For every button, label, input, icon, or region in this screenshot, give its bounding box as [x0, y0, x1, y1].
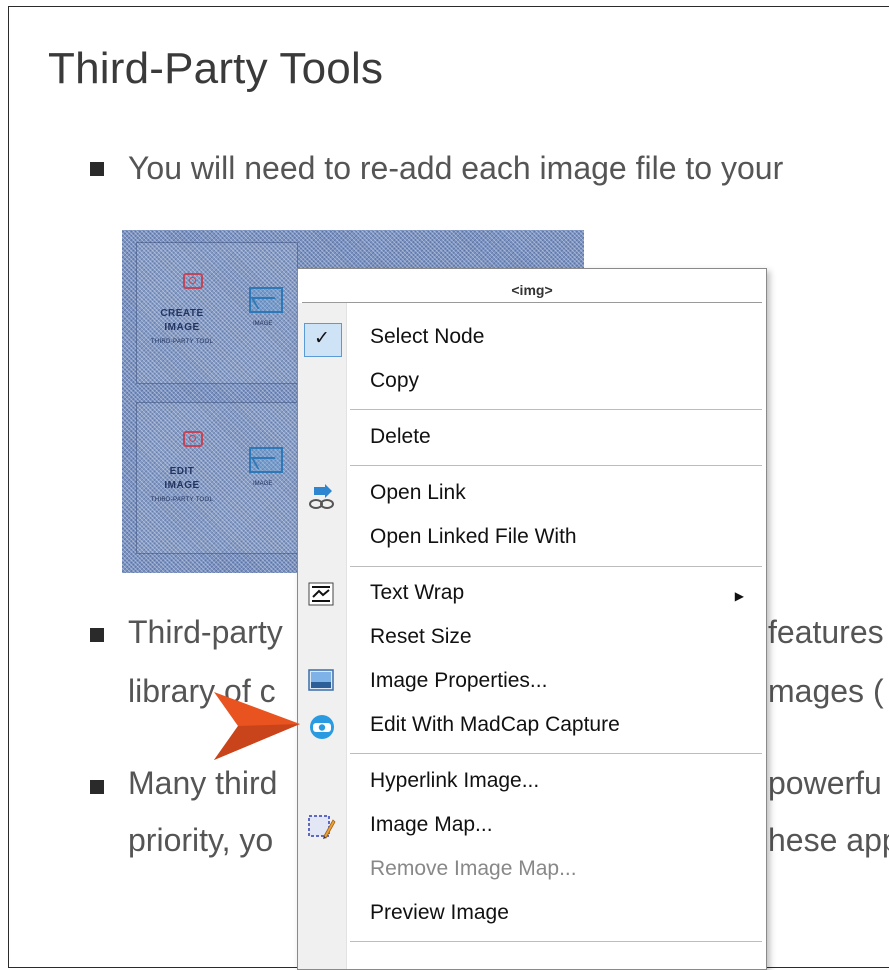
menu-item-reset-size[interactable]: Reset Size — [370, 625, 472, 649]
menu-separator — [350, 465, 762, 466]
bullet-text-3-right: powerfu — [768, 765, 882, 801]
bullet-text-2-right: features — [768, 614, 884, 650]
bullet-text-3b-left: priority, yo — [128, 822, 274, 858]
tile-label-line2: IMAGE — [164, 322, 200, 333]
bullet-text-3b-right: hese app — [768, 822, 889, 858]
menu-item-open-link[interactable]: Open Link — [370, 481, 466, 505]
image-placeholder-icon — [249, 447, 283, 473]
menu-separator — [350, 409, 762, 410]
menu-item-copy[interactable]: Copy — [370, 369, 419, 393]
tile-label-line2: IMAGE — [164, 480, 200, 491]
menu-item-remove-image-map: Remove Image Map... — [370, 857, 577, 880]
menu-header: <img> — [511, 282, 553, 298]
menu-separator — [350, 753, 762, 754]
submenu-arrow-icon: ▶ — [734, 589, 744, 603]
menu-item-edit-with-madcap-capture[interactable]: Edit With MadCap Capture — [370, 713, 620, 737]
menu-item-open-linked-file-with[interactable]: Open Linked File With — [370, 525, 577, 549]
check-icon: ✓ — [304, 323, 342, 357]
menu-item-image-map[interactable]: Image Map... — [370, 813, 493, 837]
page-title: Third-Party Tools — [48, 44, 384, 93]
image-placeholder-icon — [249, 287, 283, 313]
tile-sub-label: THIRD-PARTY TOOL — [150, 339, 214, 345]
menu-separator — [350, 941, 762, 942]
bullet-text-2-left: Third-party — [128, 614, 283, 650]
image-map-icon — [308, 815, 336, 839]
menu-separator — [350, 566, 762, 567]
menu-header-divider — [302, 302, 762, 303]
menu-icon-gutter — [298, 303, 347, 969]
text-wrap-icon — [308, 582, 334, 606]
camera-icon — [183, 431, 203, 447]
link-icon — [309, 484, 334, 509]
orange-arrow-pointer-icon — [214, 692, 300, 760]
context-menu: <img> ✓ Select Node Copy Delete Open Lin… — [297, 268, 767, 970]
bullet-text-3-left: Many third — [128, 765, 278, 801]
tile-sub-label: THIRD-PARTY TOOL — [150, 497, 214, 503]
menu-item-delete[interactable]: Delete — [370, 425, 431, 449]
bullet-text-2b-right: mages ( — [768, 673, 884, 709]
menu-item-preview-image[interactable]: Preview Image — [370, 901, 509, 925]
tile-label-line1: EDIT — [169, 466, 195, 477]
image-properties-icon — [308, 669, 334, 691]
image-tile-edit: EDIT IMAGE THIRD-PARTY TOOL IMAGE — [136, 402, 298, 554]
image-tile-create: CREATE IMAGE THIRD-PARTY TOOL IMAGE — [136, 242, 298, 384]
image-caption: IMAGE — [253, 481, 273, 487]
menu-item-image-properties[interactable]: Image Properties... — [370, 669, 547, 693]
camera-icon — [183, 273, 203, 289]
menu-item-select-node[interactable]: Select Node — [370, 325, 484, 349]
bullet-marker — [90, 780, 104, 794]
bullet-marker — [90, 628, 104, 642]
bullet-marker — [90, 162, 104, 176]
menu-item-hyperlink-image[interactable]: Hyperlink Image... — [370, 769, 539, 793]
bullet-text-1: You will need to re-add each image file … — [128, 150, 784, 186]
madcap-capture-icon — [310, 715, 334, 739]
image-caption: IMAGE — [253, 321, 273, 327]
tile-label-line1: CREATE — [160, 308, 204, 319]
menu-item-text-wrap[interactable]: Text Wrap — [370, 581, 464, 605]
